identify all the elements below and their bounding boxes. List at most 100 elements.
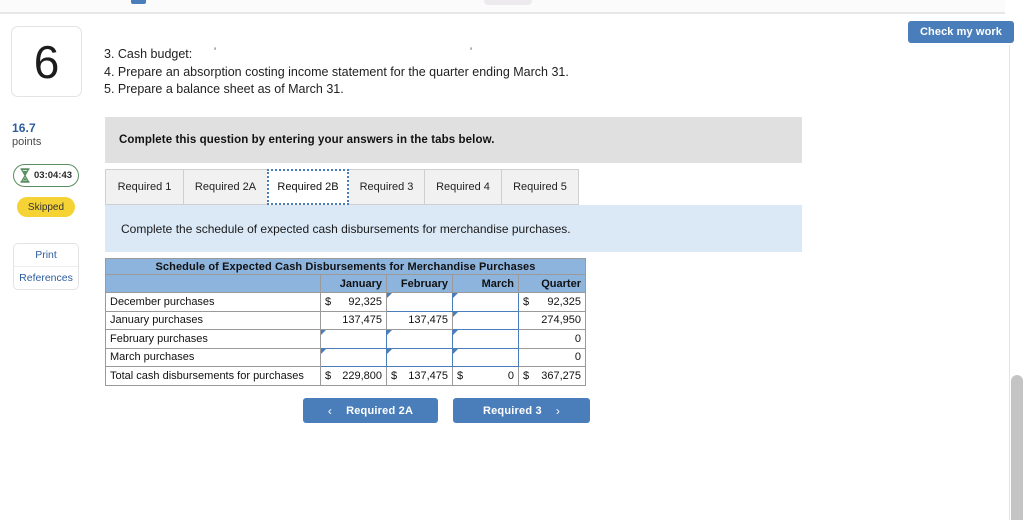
vertical-scrollbar-track[interactable] bbox=[1009, 45, 1024, 520]
cell-amount: $367,275 bbox=[523, 370, 581, 382]
header-divider bbox=[0, 13, 1005, 14]
value-cell: $92,325 bbox=[518, 292, 586, 312]
cell-value: 0 bbox=[507, 369, 514, 382]
input-cell[interactable] bbox=[386, 292, 453, 312]
stem-line-3: 3. Cash budget: bbox=[104, 47, 193, 61]
column-header-february: February bbox=[386, 274, 453, 293]
table-title-row: Schedule of Expected Cash Disbursements … bbox=[105, 258, 586, 275]
table-row: February purchases 0 bbox=[105, 329, 586, 349]
column-header-quarter: Quarter bbox=[518, 274, 586, 293]
top-grey-fragment bbox=[484, 0, 532, 5]
timer-badge: 03:04:43 bbox=[13, 164, 79, 187]
value-cell: 0 bbox=[518, 329, 586, 349]
question-number-box: 6 bbox=[11, 26, 82, 97]
column-header-march: March bbox=[452, 274, 519, 293]
currency-symbol: $ bbox=[523, 295, 530, 308]
question-number: 6 bbox=[33, 35, 60, 88]
tab-label: Required 3 bbox=[359, 181, 414, 193]
prev-requirement-button[interactable]: ‹ Required 2A bbox=[303, 398, 438, 423]
table-title: Schedule of Expected Cash Disbursements … bbox=[105, 258, 586, 275]
currency-symbol: $ bbox=[457, 369, 464, 382]
stem-tick-mark-left: ' bbox=[214, 46, 217, 58]
cell-amount: $92,325 bbox=[523, 296, 581, 308]
value-cell: $367,275 bbox=[518, 366, 586, 386]
cell-amount: $92,325 bbox=[325, 296, 382, 308]
tab-required-3[interactable]: Required 3 bbox=[348, 169, 425, 205]
cell-value: 229,800 bbox=[342, 369, 382, 382]
question-stem: 3. Cash budget: 4. Prepare an absorption… bbox=[104, 46, 824, 99]
status-badge: Skipped bbox=[17, 197, 75, 217]
table-body: December purchases $92,325 $92,325 January … bbox=[105, 292, 586, 386]
input-cell[interactable] bbox=[452, 329, 519, 349]
hourglass-icon bbox=[20, 168, 30, 183]
row-label: January purchases bbox=[105, 310, 321, 330]
cell-value: 0 bbox=[574, 351, 581, 364]
table-head: Schedule of Expected Cash Disbursements … bbox=[105, 258, 586, 293]
requirement-text: Complete the schedule of expected cash d… bbox=[121, 221, 571, 236]
value-cell: 137,475 bbox=[320, 310, 387, 330]
tab-required-2b[interactable]: Required 2B bbox=[267, 169, 349, 205]
print-link[interactable]: Print bbox=[14, 244, 78, 266]
cell-value: 274,950 bbox=[541, 314, 581, 327]
cell-amount: 0 bbox=[523, 351, 581, 363]
value-cell: $137,475 bbox=[386, 366, 453, 386]
currency-symbol: $ bbox=[391, 369, 398, 382]
tab-label: Required 4 bbox=[436, 181, 490, 193]
table-row: March purchases 0 bbox=[105, 347, 586, 367]
input-cell[interactable] bbox=[452, 310, 519, 330]
cell-value: 92,325 bbox=[547, 295, 581, 308]
instruction-banner-text: Complete this question by entering your … bbox=[119, 134, 495, 146]
requirement-banner: Complete the schedule of expected cash d… bbox=[105, 205, 802, 252]
cell-amount: $0 bbox=[457, 370, 514, 382]
cell-value: 92,325 bbox=[348, 295, 382, 308]
requirement-tabstrip: Required 1 Required 2A Required 2B Required… bbox=[105, 169, 802, 205]
input-cell[interactable] bbox=[452, 347, 519, 367]
table-row: Total cash disbursements for purchases $2… bbox=[105, 366, 586, 386]
next-requirement-button[interactable]: Required 3 › bbox=[453, 398, 590, 423]
page-root: Check my work 6 16.7 points 03:04:43 Ski… bbox=[0, 0, 1024, 520]
stem-line-5: 5. Prepare a balance sheet as of March 3… bbox=[104, 82, 344, 96]
input-cell[interactable] bbox=[452, 292, 519, 312]
vertical-scrollbar-thumb[interactable] bbox=[1011, 375, 1023, 520]
stem-tick-mark-right: ' bbox=[470, 46, 473, 58]
row-label: December purchases bbox=[105, 292, 321, 312]
chevron-right-icon: › bbox=[555, 403, 561, 418]
prev-requirement-label: Required 2A bbox=[346, 404, 414, 417]
input-cell[interactable] bbox=[320, 329, 387, 349]
table-row: December purchases $92,325 $92,325 bbox=[105, 292, 586, 312]
value-cell: $229,800 bbox=[320, 366, 387, 386]
timer-value: 03:04:43 bbox=[34, 170, 73, 181]
check-my-work-button[interactable]: Check my work bbox=[908, 21, 1014, 43]
points-value: 16.7 bbox=[12, 121, 36, 135]
top-blue-fragment bbox=[131, 0, 146, 4]
cell-value: 137,475 bbox=[408, 369, 448, 382]
rail-links-group: Print References bbox=[13, 243, 79, 290]
input-cell[interactable] bbox=[386, 347, 453, 367]
cell-amount: 137,475 bbox=[325, 314, 382, 326]
cell-value: 0 bbox=[574, 332, 581, 345]
column-header-blank bbox=[105, 274, 321, 293]
stem-line-4: 4. Prepare an absorption costing income … bbox=[104, 64, 569, 79]
tab-label: Required 2A bbox=[194, 181, 257, 193]
tab-label: Required 2B bbox=[277, 181, 339, 193]
input-cell[interactable] bbox=[320, 347, 387, 367]
cell-amount: 137,475 bbox=[391, 314, 448, 326]
tab-label: Required 1 bbox=[117, 181, 172, 193]
row-label: Total cash disbursements for purchases bbox=[105, 366, 321, 386]
column-header-january: January bbox=[320, 274, 387, 293]
currency-symbol: $ bbox=[325, 369, 332, 382]
tab-required-5[interactable]: Required 5 bbox=[501, 169, 579, 205]
cell-amount: 274,950 bbox=[523, 314, 581, 326]
currency-symbol: $ bbox=[325, 295, 332, 308]
cell-value: 137,475 bbox=[408, 314, 448, 327]
cell-value: 137,475 bbox=[342, 314, 382, 327]
currency-symbol: $ bbox=[523, 369, 530, 382]
tab-label: Required 5 bbox=[513, 181, 567, 193]
tab-required-4[interactable]: Required 4 bbox=[424, 169, 502, 205]
table-column-header-row: January February March Quarter bbox=[105, 274, 586, 293]
references-link[interactable]: References bbox=[14, 266, 78, 289]
value-cell: $92,325 bbox=[320, 292, 387, 312]
tab-required-1[interactable]: Required 1 bbox=[105, 169, 184, 205]
input-cell[interactable] bbox=[386, 329, 453, 349]
tab-required-2a[interactable]: Required 2A bbox=[183, 169, 268, 205]
